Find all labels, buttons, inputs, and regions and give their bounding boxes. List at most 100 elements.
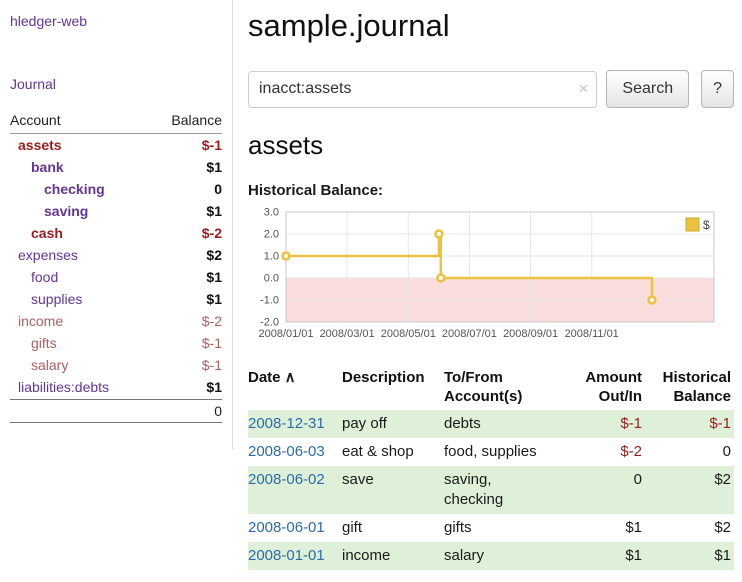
chart-title: Historical Balance: bbox=[248, 182, 734, 199]
register-row: 2008-06-02savesaving, checking0$2 bbox=[248, 466, 734, 514]
date-link[interactable]: 2008-12-31 bbox=[248, 410, 342, 438]
account-heading: assets bbox=[248, 130, 734, 161]
brand-link[interactable]: hledger-web bbox=[10, 13, 222, 29]
account-link[interactable]: liabilities:debts bbox=[10, 378, 109, 396]
account-balance: $1 bbox=[206, 158, 222, 176]
account-link[interactable]: salary bbox=[10, 356, 68, 374]
account-row-assets: assets $-1 bbox=[10, 134, 222, 156]
chart-data-point bbox=[283, 253, 290, 260]
account-link[interactable]: cash bbox=[10, 224, 63, 242]
clear-search-icon[interactable]: × bbox=[578, 79, 588, 99]
balance-cell: $-1 bbox=[642, 410, 734, 438]
tofrom-accounts-cell: gifts bbox=[444, 514, 564, 542]
historical-balance-chart: 3.0 2.0 1.0 0.0 -1.0 -2.02008/01/01 2008/03/01… bbox=[248, 204, 734, 351]
column-header-historical: HistoricalBalance bbox=[642, 364, 734, 410]
account-balance: $-1 bbox=[202, 136, 222, 154]
account-link[interactable]: supplies bbox=[10, 290, 82, 308]
tofrom-accounts-cell: food, supplies bbox=[444, 438, 564, 466]
search-box: × bbox=[248, 71, 597, 108]
account-link[interactable]: gifts bbox=[10, 334, 57, 352]
account-balance: $1 bbox=[206, 268, 222, 286]
register-row: 2008-12-31pay offdebts$-1$-1 bbox=[248, 410, 734, 438]
amount-cell: $1 bbox=[564, 542, 642, 570]
accounts-total-row: 0 bbox=[10, 399, 222, 423]
account-link[interactable]: income bbox=[10, 312, 63, 330]
search-bar: × Search ? bbox=[248, 70, 734, 108]
register-row: 2008-01-01incomesalary$1$1 bbox=[248, 542, 734, 570]
amount-cell: 0 bbox=[564, 466, 642, 514]
balance-cell: $2 bbox=[642, 514, 734, 542]
svg-text:2008/11/01: 2008/11/01 bbox=[565, 328, 619, 340]
svg-text:-1.0: -1.0 bbox=[260, 295, 279, 307]
search-input[interactable] bbox=[248, 71, 597, 108]
balance-chart-svg: 3.0 2.0 1.0 0.0 -1.0 -2.02008/01/01 2008/03/01… bbox=[248, 204, 726, 346]
description-cell: pay off bbox=[342, 410, 444, 438]
sidebar: hledger-web Journal Account Balance asse… bbox=[0, 0, 233, 450]
account-balance: $-1 bbox=[202, 334, 222, 352]
svg-text:1.0: 1.0 bbox=[264, 251, 279, 263]
amount-cell: $1 bbox=[564, 514, 642, 542]
account-row-expenses: expenses $2 bbox=[10, 244, 222, 266]
account-balance: $-2 bbox=[202, 224, 222, 242]
page-title: sample.journal bbox=[248, 8, 734, 44]
svg-text:3.0: 3.0 bbox=[264, 207, 279, 219]
account-link[interactable]: assets bbox=[10, 136, 62, 154]
svg-text:2008/05/01: 2008/05/01 bbox=[381, 328, 436, 340]
account-row-saving: saving $1 bbox=[10, 200, 222, 222]
account-link[interactable]: food bbox=[10, 268, 58, 286]
account-balance: $1 bbox=[206, 202, 222, 220]
account-column-header: Account bbox=[10, 112, 61, 128]
nav-journal-link[interactable]: Journal bbox=[10, 76, 222, 92]
sort-ascending-icon: ∧ bbox=[281, 369, 296, 386]
date-link[interactable]: 2008-06-01 bbox=[248, 514, 342, 542]
date-link[interactable]: 2008-06-03 bbox=[248, 438, 342, 466]
description-cell: gift bbox=[342, 514, 444, 542]
column-header-amount: AmountOut/In bbox=[564, 364, 642, 410]
tofrom-accounts-cell: debts bbox=[444, 410, 564, 438]
register-row: 2008-06-03eat & shopfood, supplies$-20 bbox=[248, 438, 734, 466]
svg-text:2.0: 2.0 bbox=[264, 229, 279, 241]
accounts-table: Account Balance assets$-1bank$1checking0… bbox=[10, 110, 222, 423]
account-link[interactable]: saving bbox=[10, 202, 88, 220]
svg-text:2008/09/01: 2008/09/01 bbox=[503, 328, 558, 340]
svg-text:0.0: 0.0 bbox=[264, 273, 279, 285]
account-row-cash: cash $-2 bbox=[10, 222, 222, 244]
register-table: Date ∧DescriptionTo/FromAccount(s)Amount… bbox=[248, 364, 734, 570]
column-header-date[interactable]: Date ∧ bbox=[248, 364, 342, 410]
chart-legend: $ bbox=[683, 215, 712, 234]
account-link[interactable]: expenses bbox=[10, 246, 78, 264]
tofrom-accounts-cell: saving, checking bbox=[444, 466, 564, 514]
amount-cell: $-1 bbox=[564, 410, 642, 438]
account-row-income: income$-2 bbox=[10, 310, 222, 332]
help-button[interactable]: ? bbox=[701, 70, 734, 108]
total-balance: 0 bbox=[214, 403, 222, 419]
register-row: 2008-06-01giftgifts$1$2 bbox=[248, 514, 734, 542]
tofrom-accounts-cell: salary bbox=[444, 542, 564, 570]
date-link[interactable]: 2008-06-02 bbox=[248, 466, 342, 514]
account-row-salary: salary $-1 bbox=[10, 354, 222, 376]
accounts-table-header: Account Balance bbox=[10, 110, 222, 134]
balance-cell: $2 bbox=[642, 466, 734, 514]
account-link[interactable]: checking bbox=[10, 180, 105, 198]
description-cell: income bbox=[342, 542, 444, 570]
account-row-gifts: gifts $-1 bbox=[10, 332, 222, 354]
svg-text:2008/07/01: 2008/07/01 bbox=[442, 328, 497, 340]
svg-text:2008/03/01: 2008/03/01 bbox=[320, 328, 375, 340]
date-link[interactable]: 2008-01-01 bbox=[248, 542, 342, 570]
account-row-supplies: supplies$1 bbox=[10, 288, 222, 310]
search-button[interactable]: Search bbox=[606, 70, 689, 108]
account-link[interactable]: bank bbox=[10, 158, 64, 176]
balance-cell: 0 bbox=[642, 438, 734, 466]
legend-swatch-icon bbox=[686, 218, 699, 231]
account-balance: $-1 bbox=[202, 356, 222, 374]
svg-text:-2.0: -2.0 bbox=[260, 317, 279, 329]
account-row-liabilities-debts: liabilities:debts$1 bbox=[10, 376, 222, 398]
accounts-list: assets $-1 bank $1 checking0 saving $1 cash $-2 e… bbox=[10, 134, 222, 398]
column-header-description: Description bbox=[342, 364, 444, 410]
balance-cell: $1 bbox=[642, 542, 734, 570]
svg-text:2008/01/01: 2008/01/01 bbox=[258, 328, 313, 340]
chart-data-point bbox=[649, 297, 656, 304]
main-content: sample.journal × Search ? assets Histori… bbox=[248, 0, 734, 570]
account-row-checking: checking0 bbox=[10, 178, 222, 200]
account-balance: $2 bbox=[206, 246, 222, 264]
